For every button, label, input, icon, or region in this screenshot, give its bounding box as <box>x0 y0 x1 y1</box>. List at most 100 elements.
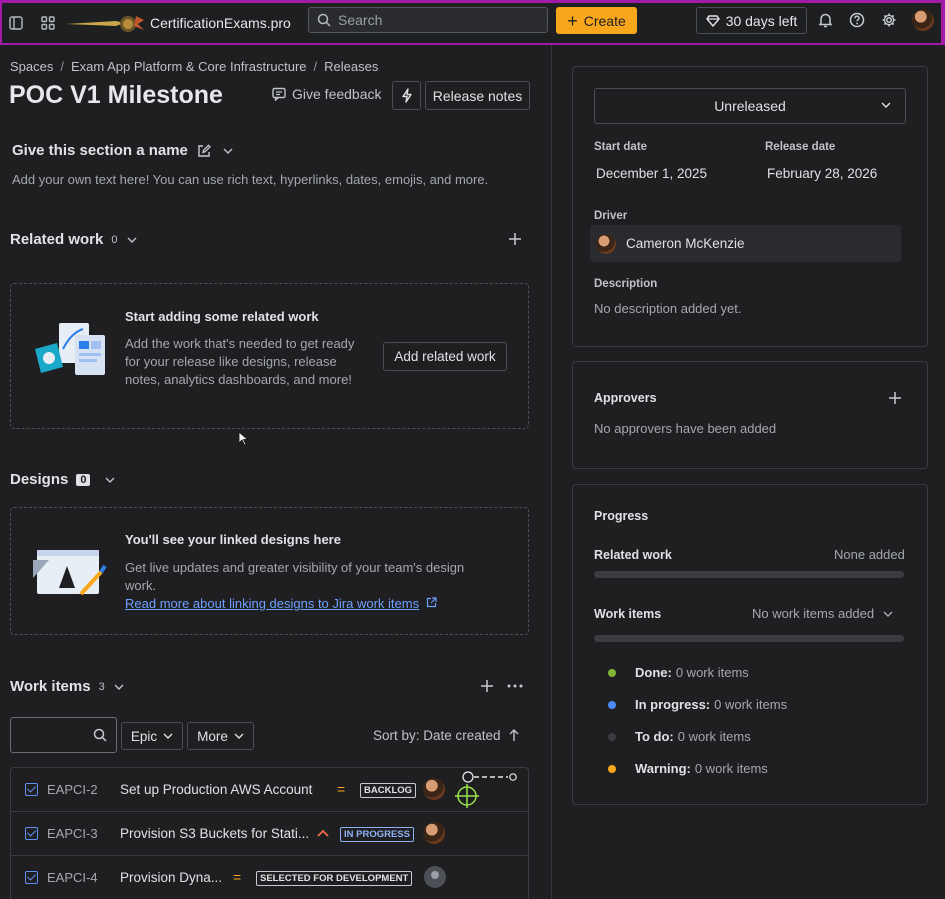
chevron-down-icon[interactable] <box>105 477 115 483</box>
section-name-title[interactable]: Give this section a name <box>12 142 188 159</box>
app-switcher-icon[interactable] <box>36 11 60 35</box>
create-button[interactable]: + Create <box>556 7 637 34</box>
table-row[interactable]: EAPCI-2 Set up Production AWS Account = … <box>11 768 528 812</box>
brand-name[interactable]: CertificationExams.pro <box>150 15 291 31</box>
more-filter-button[interactable]: More <box>187 722 254 750</box>
section-description[interactable]: Add your own text here! You can use rich… <box>12 172 488 187</box>
more-filter-label: More <box>197 728 228 744</box>
sort-label: Sort by: Date created <box>373 728 501 743</box>
add-work-item-plus-icon[interactable] <box>477 676 497 696</box>
page-title: POC V1 Milestone <box>9 81 223 109</box>
give-feedback-button[interactable]: Give feedback <box>272 86 382 102</box>
assignee-avatar[interactable] <box>423 822 445 844</box>
search-input[interactable]: Search <box>308 7 548 33</box>
notifications-icon[interactable] <box>813 8 837 32</box>
release-status-select[interactable]: Unreleased <box>594 88 906 124</box>
designs-help-link[interactable]: Read more about linking designs to Jira … <box>125 596 419 611</box>
release-date-field[interactable]: February 28, 2026 <box>767 166 877 181</box>
table-row[interactable]: EAPCI-4 Provision Dyna... = SELECTED FOR… <box>11 856 528 899</box>
more-actions-icon[interactable] <box>505 676 525 696</box>
start-date-field[interactable]: December 1, 2025 <box>596 166 707 181</box>
driver-name: Cameron McKenzie <box>626 236 745 251</box>
legend-to-do-label: To do: <box>635 729 674 744</box>
breadcrumb-spaces[interactable]: Spaces <box>10 59 53 74</box>
external-link-icon <box>426 597 437 608</box>
legend-warning-label: Warning: <box>635 761 691 776</box>
sidebar-toggle-icon[interactable] <box>4 11 28 35</box>
trial-badge-button[interactable]: 30 days left <box>696 7 807 34</box>
table-row[interactable]: EAPCI-3 Provision S3 Buckets for Stati..… <box>11 812 528 856</box>
related-work-count: 0 <box>111 233 118 246</box>
search-placeholder: Search <box>338 12 383 28</box>
related-work-heading: Related work 0 <box>10 231 137 248</box>
related-work-title: Related work <box>10 231 104 248</box>
unassigned-avatar[interactable] <box>424 866 446 888</box>
release-notes-button[interactable]: Release notes <box>425 81 530 110</box>
chevron-down-icon[interactable] <box>127 237 137 243</box>
add-related-work-button[interactable]: Add related work <box>383 342 507 371</box>
designs-empty-body: Get live updates and greater visibility … <box>125 560 465 593</box>
breadcrumb: Spaces / Exam App Platform & Core Infrastr… <box>10 59 379 74</box>
chevron-down-icon[interactable] <box>114 684 124 690</box>
section-heading: Give this section a name <box>12 142 233 159</box>
status-badge[interactable]: IN PROGRESS <box>340 827 414 842</box>
brand-logo[interactable] <box>64 12 146 34</box>
arrow-up-icon <box>509 729 519 741</box>
related-work-empty-state: Start adding some related work Add the w… <box>10 283 529 429</box>
lightning-bolt-icon <box>401 88 412 103</box>
link-connector-icon[interactable] <box>462 771 518 788</box>
description-label: Description <box>594 278 658 290</box>
work-item-summary[interactable]: Provision S3 Buckets for Stati... <box>120 826 309 841</box>
work-items-search-input[interactable] <box>10 717 117 753</box>
work-item-key[interactable]: EAPCI-3 <box>47 826 98 841</box>
sort-button[interactable]: Sort by: Date created <box>373 728 519 743</box>
epic-filter-button[interactable]: Epic <box>121 722 183 750</box>
driver-field[interactable]: Cameron McKenzie <box>590 225 901 262</box>
task-type-icon <box>25 827 38 840</box>
driver-label: Driver <box>594 210 628 222</box>
breadcrumb-releases[interactable]: Releases <box>324 59 378 74</box>
progress-work-items-value: No work items added <box>752 606 875 621</box>
approvers-card <box>572 361 928 469</box>
legend-in-progress-label: In progress: <box>635 697 711 712</box>
work-item-key[interactable]: EAPCI-2 <box>47 782 98 797</box>
work-item-key[interactable]: EAPCI-4 <box>47 870 98 885</box>
task-type-icon <box>25 871 38 884</box>
chevron-down-icon <box>881 102 891 108</box>
status-badge[interactable]: BACKLOG <box>360 783 417 798</box>
profile-photo <box>912 9 934 31</box>
settings-gear-icon[interactable] <box>877 8 901 32</box>
user-avatar[interactable] <box>911 8 935 32</box>
legend-in-progress: In progress: 0 work items <box>608 697 787 712</box>
release-status-value: Unreleased <box>714 98 786 114</box>
work-items-table: EAPCI-2 Set up Production AWS Account = … <box>10 767 529 899</box>
related-work-illustration <box>31 319 109 394</box>
give-feedback-label: Give feedback <box>292 86 382 102</box>
priority-medium-icon: = <box>233 869 242 885</box>
legend-warning-value: 0 work items <box>694 761 768 776</box>
description-field[interactable]: No description added yet. <box>594 301 741 316</box>
progress-work-items-label: Work items <box>594 607 662 621</box>
assignee-avatar[interactable] <box>423 778 445 800</box>
create-label: Create <box>583 12 626 29</box>
approvers-empty-text: No approvers have been added <box>594 421 777 436</box>
work-items-progress-dropdown[interactable]: No work items added <box>752 606 893 621</box>
progress-title: Progress <box>594 509 649 523</box>
help-icon[interactable] <box>845 8 869 32</box>
add-approver-plus-icon[interactable] <box>885 388 905 408</box>
automation-button[interactable] <box>392 81 421 110</box>
breadcrumb-project[interactable]: Exam App Platform & Core Infrastructure <box>71 59 307 74</box>
legend-to-do: To do: 0 work items <box>608 729 751 744</box>
designs-title: Designs <box>10 471 69 488</box>
designs-help-link-wrap: Read more about linking designs to Jira … <box>125 595 437 613</box>
designs-empty-state: You'll see your linked designs here Get … <box>10 507 529 635</box>
search-icon <box>93 728 107 742</box>
chevron-down-icon[interactable] <box>223 148 233 154</box>
work-item-summary[interactable]: Provision Dyna... <box>120 870 222 885</box>
add-related-work-plus-icon[interactable] <box>505 229 525 249</box>
legend-warning: Warning: 0 work items <box>608 761 768 776</box>
status-badge[interactable]: SELECTED FOR DEVELOPMENT <box>256 871 413 886</box>
work-item-summary[interactable]: Set up Production AWS Account <box>120 782 312 797</box>
in-progress-dot-icon <box>608 700 616 709</box>
edit-icon[interactable] <box>197 143 211 158</box>
